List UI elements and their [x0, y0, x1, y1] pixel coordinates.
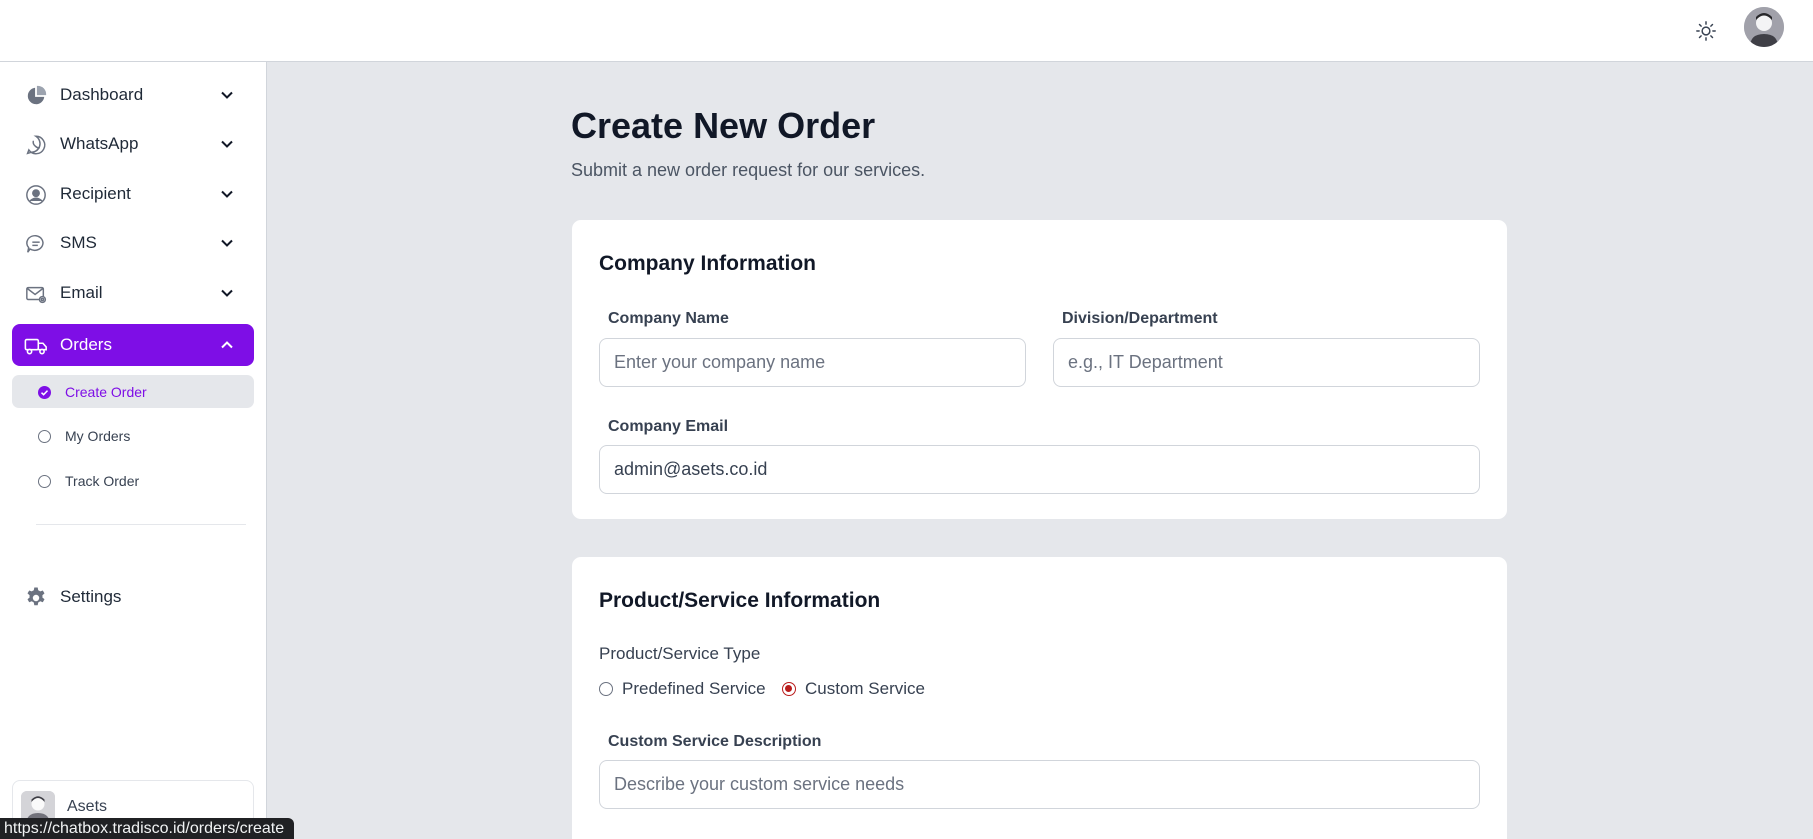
- sidebar-subitem-track-order[interactable]: Track Order: [12, 464, 254, 497]
- chevron-down-icon: [221, 190, 233, 198]
- radio-predefined-service[interactable]: Predefined Service: [599, 679, 766, 699]
- chevron-up-icon: [221, 341, 233, 349]
- card-title: Company Information: [599, 252, 817, 275]
- card-title: Product/Service Information: [599, 589, 881, 612]
- status-bar-url: https://chatbox.tradisco.id/orders/creat…: [0, 818, 295, 839]
- circle-icon: [38, 430, 51, 443]
- division-label: Division/Department: [1062, 310, 1218, 327]
- sidebar-item-label: Email: [60, 283, 103, 302]
- sidebar-item-label: SMS: [60, 233, 97, 252]
- sidebar-subitem-label: Create Order: [65, 384, 147, 400]
- company-email-input[interactable]: [599, 445, 1480, 494]
- radio-label: Custom Service: [805, 679, 925, 698]
- sidebar-item-label: Orders: [60, 335, 112, 354]
- sidebar-item-label: WhatsApp: [60, 134, 139, 153]
- user-circle-icon: [24, 183, 48, 207]
- sidebar-subitem-label: Track Order: [65, 473, 140, 489]
- sidebar-divider: [36, 524, 246, 525]
- circle-icon: [38, 475, 51, 488]
- whatsapp-icon: [24, 133, 48, 157]
- sidebar-item-label: Recipient: [60, 184, 131, 203]
- sidebar-item-orders[interactable]: Orders: [12, 324, 254, 366]
- chat-bubble-icon: [24, 232, 48, 256]
- user-avatar[interactable]: [1744, 7, 1784, 47]
- sidebar-subitem-create-order[interactable]: Create Order: [12, 375, 254, 408]
- sidebar: Dashboard WhatsApp Recipient SMS Email O: [0, 62, 267, 839]
- sidebar-subitem-label: My Orders: [65, 428, 131, 444]
- radio-circle: [599, 682, 613, 696]
- sidebar-item-label: Dashboard: [60, 85, 144, 104]
- gear-icon: [24, 586, 48, 610]
- pie-chart-icon: [24, 84, 48, 108]
- chevron-down-icon: [221, 140, 233, 148]
- radio-custom-service[interactable]: Custom Service: [782, 679, 925, 699]
- check-circle-icon: [38, 386, 51, 399]
- company-email-label: Company Email: [608, 418, 729, 435]
- sidebar-item-settings[interactable]: Settings: [12, 576, 254, 618]
- radio-label: Predefined Service: [622, 679, 766, 698]
- sun-icon[interactable]: [1691, 16, 1721, 46]
- company-name-input[interactable]: [599, 338, 1026, 387]
- top-bar: [0, 0, 1813, 62]
- sidebar-item-whatsapp[interactable]: WhatsApp: [12, 123, 254, 165]
- sidebar-item-email[interactable]: Email: [12, 272, 254, 314]
- truck-icon: [24, 334, 48, 358]
- radio-circle-selected: [782, 682, 796, 696]
- sidebar-item-dashboard[interactable]: Dashboard: [12, 74, 254, 116]
- sidebar-item-sms[interactable]: SMS: [12, 222, 254, 264]
- chevron-down-icon: [221, 239, 233, 247]
- page-subtitle: Submit a new order request for our servi…: [571, 160, 926, 180]
- sidebar-item-recipient[interactable]: Recipient: [12, 173, 254, 215]
- division-input[interactable]: [1053, 338, 1480, 387]
- chevron-down-icon: [221, 289, 233, 297]
- chevron-down-icon: [221, 91, 233, 99]
- custom-description-input[interactable]: [599, 760, 1480, 809]
- company-name-label: Company Name: [608, 310, 729, 327]
- envelope-icon: [24, 282, 48, 306]
- product-service-card: Product/Service Information Product/Serv…: [571, 556, 1508, 839]
- custom-description-label: Custom Service Description: [608, 733, 822, 750]
- sidebar-user-name: Asets: [67, 798, 108, 815]
- service-type-label: Product/Service Type: [599, 644, 761, 663]
- sidebar-subitem-my-orders[interactable]: My Orders: [12, 419, 254, 452]
- page-title: Create New Order: [571, 105, 876, 146]
- sidebar-item-label: Settings: [60, 587, 122, 606]
- company-info-card: Company Information Company Name Divisio…: [571, 219, 1508, 520]
